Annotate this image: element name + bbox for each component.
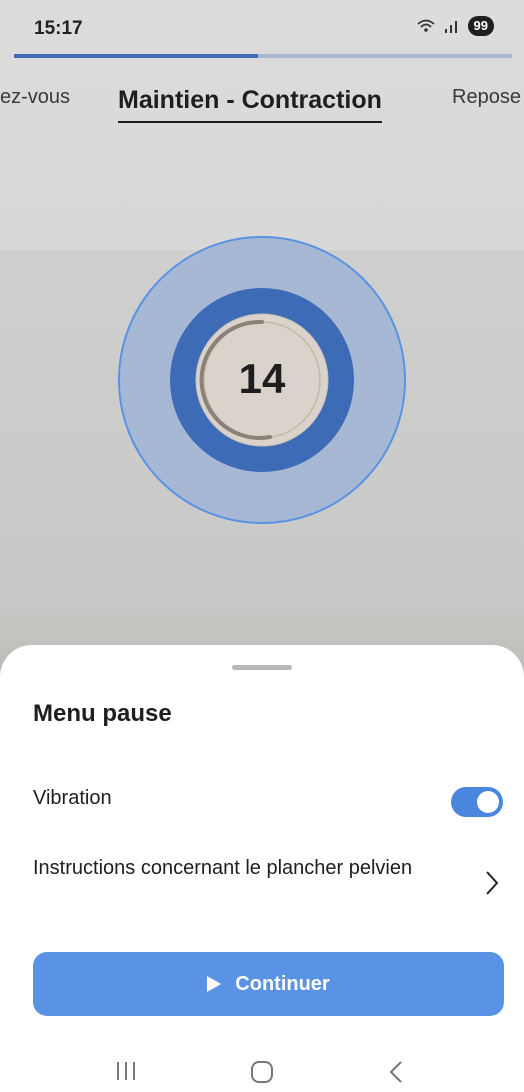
signal-icon [444,21,457,33]
tab-previous-phase[interactable]: ez-vous [0,86,70,109]
play-icon [207,976,222,992]
vibration-toggle[interactable] [451,787,503,817]
home-icon[interactable] [250,1060,274,1084]
tab-current-phase[interactable]: Maintien - Contraction [118,86,382,123]
phase-tabs: ez-vous Maintien - Contraction Repose [0,86,524,126]
continue-label: Continuer [235,972,330,995]
exercise-progress-fill [14,54,259,58]
status-icons: 99 [416,16,494,36]
status-time: 15:17 [34,18,83,39]
chevron-right-icon [486,871,499,895]
wifi-icon [416,19,435,32]
pause-menu-sheet: Menu pause Vibration Instructions concer… [0,645,524,1092]
instructions-label: Instructions concernant le plancher pelv… [33,857,413,879]
toggle-knob [477,791,499,813]
sheet-drag-handle[interactable] [232,665,292,670]
exercise-progress-bar [14,54,512,58]
battery-badge: 99 [467,16,494,36]
back-icon[interactable] [388,1060,404,1084]
continue-button[interactable]: Continuer [33,952,504,1016]
countdown-number: 14 [238,355,286,402]
recents-icon[interactable] [114,1060,138,1082]
vibration-label: Vibration [33,787,112,809]
system-nav-bar [0,1052,524,1092]
vibration-row: Vibration [33,781,503,817]
instructions-row[interactable]: Instructions concernant le plancher pelv… [33,852,503,922]
tab-next-phase[interactable]: Repose [452,86,521,109]
status-bar: 15:17 99 [0,0,524,54]
pause-menu-title: Menu pause [33,700,172,727]
